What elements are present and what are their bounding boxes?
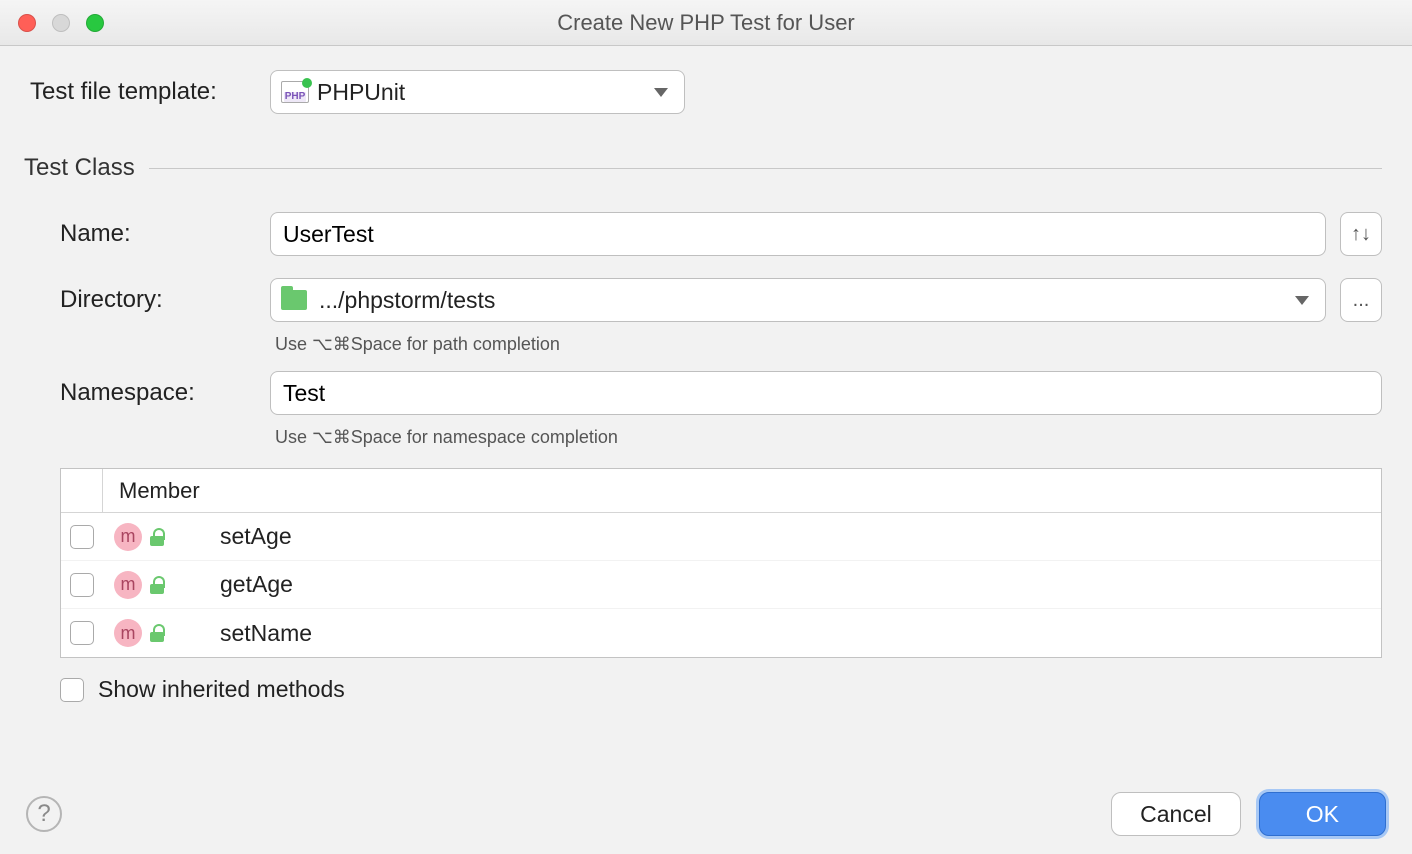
members-table: Member m setAge m getAge m setName <box>60 468 1382 658</box>
directory-value: .../phpstorm/tests <box>319 287 495 314</box>
visibility-icon <box>148 576 166 594</box>
method-icon: m <box>114 571 142 599</box>
zoom-window-button[interactable] <box>86 14 104 32</box>
section-title: Test Class <box>24 154 135 182</box>
window-controls <box>18 14 104 32</box>
checkbox-column <box>61 469 103 512</box>
member-row[interactable]: m setAge <box>61 513 1381 561</box>
member-name: setAge <box>220 523 292 550</box>
name-row: Name: ↑↓ <box>60 212 1382 256</box>
namespace-row: Namespace: <box>60 371 1382 415</box>
method-icon: m <box>114 619 142 647</box>
directory-hint: Use ⌥⌘Space for path completion <box>275 334 1382 355</box>
namespace-hint: Use ⌥⌘Space for namespace completion <box>275 427 1382 448</box>
member-row[interactable]: m setName <box>61 609 1381 657</box>
window-title: Create New PHP Test for User <box>0 10 1412 36</box>
template-label: Test file template: <box>30 78 270 106</box>
chevron-down-icon <box>654 88 668 97</box>
member-name: getAge <box>220 571 293 598</box>
member-checkbox[interactable] <box>70 621 94 645</box>
visibility-icon <box>148 624 166 642</box>
titlebar: Create New PHP Test for User <box>0 0 1412 46</box>
name-input[interactable] <box>281 220 1315 249</box>
directory-combo[interactable]: .../phpstorm/tests <box>270 278 1326 322</box>
name-input-wrapper <box>270 212 1326 256</box>
sort-button[interactable]: ↑↓ <box>1340 212 1382 256</box>
directory-row: Directory: .../phpstorm/tests ... <box>60 278 1382 322</box>
member-column-header: Member <box>103 478 200 504</box>
directory-label: Directory: <box>60 286 270 314</box>
template-dropdown[interactable]: PHP PHPUnit <box>270 70 685 114</box>
minimize-window-button[interactable] <box>52 14 70 32</box>
dialog-buttons: ? Cancel OK <box>0 774 1412 854</box>
member-row[interactable]: m getAge <box>61 561 1381 609</box>
section-test-class: Test Class <box>24 154 1382 182</box>
separator <box>149 168 1382 169</box>
chevron-down-icon <box>1295 296 1309 305</box>
name-label: Name: <box>60 220 270 248</box>
show-inherited-checkbox[interactable] <box>60 678 84 702</box>
cancel-button[interactable]: Cancel <box>1111 792 1241 836</box>
template-row: Test file template: PHP PHPUnit <box>30 70 1382 114</box>
namespace-label: Namespace: <box>60 379 270 407</box>
members-header: Member <box>61 469 1381 513</box>
phpunit-icon: PHP <box>281 81 309 103</box>
member-checkbox[interactable] <box>70 573 94 597</box>
member-checkbox[interactable] <box>70 525 94 549</box>
help-button[interactable]: ? <box>26 796 62 832</box>
namespace-input[interactable] <box>281 379 1371 408</box>
template-selected: PHPUnit <box>317 79 405 106</box>
ok-button[interactable]: OK <box>1259 792 1386 836</box>
namespace-input-wrapper <box>270 371 1382 415</box>
show-inherited-row: Show inherited methods <box>60 676 1382 703</box>
browse-button[interactable]: ... <box>1340 278 1382 322</box>
method-icon: m <box>114 523 142 551</box>
visibility-icon <box>148 528 166 546</box>
member-name: setName <box>220 620 312 647</box>
folder-icon <box>281 290 307 310</box>
show-inherited-label: Show inherited methods <box>98 676 345 703</box>
dialog-content: Test file template: PHP PHPUnit Test Cla… <box>0 46 1412 703</box>
close-window-button[interactable] <box>18 14 36 32</box>
